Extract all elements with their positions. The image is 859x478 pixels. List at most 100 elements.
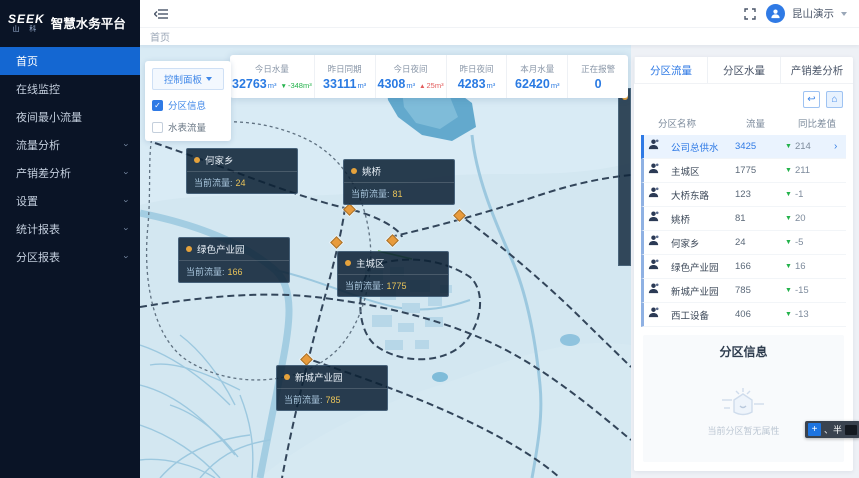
flow-label: 当前流量:	[351, 189, 390, 199]
ime-mode-label[interactable]: 、半	[824, 423, 842, 436]
panel-tab[interactable]: 分区水量	[707, 57, 780, 83]
stat-value: 62420	[515, 77, 550, 91]
layer-checkbox-row[interactable]: ✓ 分区信息	[152, 98, 224, 112]
panel-tab[interactable]: 分区流量	[634, 57, 707, 83]
user-group-icon	[647, 258, 671, 276]
caret-down-icon	[206, 77, 212, 81]
map-tooltip: 绿色产业园 当前流量:166	[178, 237, 290, 283]
partition-name: 公司总供水	[671, 140, 735, 154]
stat-item: 本月水量 62420 m³	[507, 55, 568, 98]
sidebar-item[interactable]: 统计报表 ›	[0, 215, 140, 243]
sidebar-item[interactable]: 分区报表 ›	[0, 243, 140, 271]
stat-label: 正在报警	[581, 63, 615, 75]
ime-move-icon[interactable]: +	[808, 423, 821, 436]
table-row[interactable]: 新城产业园 785 ▼ -15	[641, 279, 846, 303]
trend-arrow-icon: ▼	[785, 215, 792, 222]
partition-name: 大桥东路	[671, 188, 735, 202]
partition-flow: 24	[735, 237, 785, 248]
partition-diff: ▼ 211	[785, 165, 834, 176]
sidebar-item-label: 统计报表	[16, 221, 60, 237]
layer-checkbox-row[interactable]: 水表流量	[152, 120, 224, 134]
map-tooltip: 姚桥 当前流量:81	[343, 159, 455, 205]
stat-value: 0	[595, 77, 602, 91]
table-row[interactable]: 主城区 1775 ▼ 211	[641, 159, 846, 183]
chevron-down-icon: ›	[122, 172, 132, 175]
stat-unit: m³	[268, 81, 277, 90]
user-group-icon	[647, 186, 671, 204]
partition-flow: 1775	[735, 165, 785, 176]
stat-value: 33111	[323, 77, 356, 91]
partition-info-section: 分区信息 当前分区暂无属性	[643, 335, 844, 462]
stat-item: 今日水量 32763 m³ ▼-348m³	[230, 55, 315, 98]
sidebar-item-label: 设置	[16, 193, 38, 209]
home-icon[interactable]: ⌂	[826, 91, 843, 108]
sidebar-item[interactable]: 产销差分析 ›	[0, 159, 140, 187]
trend-arrow-icon: ▼	[785, 167, 792, 174]
panel-tab[interactable]: 产销差分析	[780, 57, 853, 83]
chevron-down-icon: ›	[122, 144, 132, 147]
back-icon[interactable]: ↩	[803, 91, 820, 108]
panel-tab-label: 分区流量	[650, 63, 692, 78]
checkbox-icon[interactable]: ✓	[152, 100, 163, 111]
sidebar-menu: 首页 在线监控 夜间最小流量 流量分析 ›	[0, 47, 140, 271]
partition-dot-icon	[194, 157, 200, 163]
ime-keyboard-icon[interactable]	[845, 425, 857, 435]
stat-item: 今日夜间 4308 m³ ▲25m³	[376, 55, 447, 98]
stat-unit: m³	[357, 81, 366, 90]
partition-name: 主城区	[356, 256, 385, 270]
stat-label: 今日水量	[255, 63, 289, 75]
brand-logo-icon: SEEK 山 科	[8, 13, 45, 33]
stat-label: 昨日夜间	[460, 63, 494, 75]
sidebar-item[interactable]: 设置 ›	[0, 187, 140, 215]
partition-flow: 81	[735, 213, 785, 224]
table-row[interactable]: 西工设备 406 ▼ -13	[641, 303, 846, 327]
breadcrumb[interactable]: 首页	[150, 29, 170, 44]
stat-label: 今日夜间	[394, 63, 428, 75]
empty-box-icon	[720, 386, 766, 420]
sidebar-item[interactable]: 在线监控	[0, 75, 140, 103]
col-name: 分区名称	[658, 116, 746, 130]
user-menu-caret-icon[interactable]	[841, 12, 847, 16]
sidebar-item[interactable]: 首页	[0, 47, 140, 75]
partition-info-title: 分区信息	[719, 343, 767, 360]
partition-dot-icon	[284, 374, 290, 380]
flow-value: 785	[326, 395, 341, 405]
user-group-icon	[647, 306, 671, 324]
table-row[interactable]: 绿色产业园 166 ▼ 16	[641, 255, 846, 279]
trend-arrow-icon: ▼	[785, 239, 792, 246]
col-flow: 流量	[746, 116, 798, 130]
partition-name: 姚桥	[362, 164, 381, 178]
sidebar-item[interactable]: 流量分析 ›	[0, 131, 140, 159]
stat-unit: m³	[551, 81, 560, 90]
trend-arrow-icon: ▼	[785, 263, 792, 270]
partition-table: 公司总供水 3425 ▼ 214 ›	[634, 135, 853, 327]
sidebar-item-label: 首页	[16, 53, 38, 69]
table-row[interactable]: 大桥东路 123 ▼ -1	[641, 183, 846, 207]
map-tooltip: 新城产业园 当前流量:785	[276, 365, 388, 411]
checkbox-icon[interactable]	[152, 122, 163, 133]
sidebar-item[interactable]: 夜间最小流量	[0, 103, 140, 131]
brand-logo-sub: 山 科	[12, 26, 40, 33]
fullscreen-icon[interactable]	[741, 5, 759, 23]
topbar: 昆山演示	[140, 0, 859, 27]
username[interactable]: 昆山演示	[792, 6, 834, 21]
flow-label: 当前流量:	[345, 281, 384, 291]
stat-value: 32763	[232, 77, 267, 91]
partition-flow: 166	[735, 261, 785, 272]
stat-item: 正在报警 0	[568, 55, 628, 98]
user-group-icon	[647, 210, 671, 228]
user-group-icon	[647, 282, 671, 300]
sidebar-collapse-icon[interactable]	[152, 5, 170, 23]
control-panel-button[interactable]: 控制面板	[152, 68, 224, 90]
trend-arrow-icon: ▲	[419, 83, 425, 90]
layer-list: ✓ 分区信息 水表流量	[152, 98, 224, 134]
chevron-down-icon: ›	[122, 228, 132, 231]
panel-tab-label: 分区水量	[723, 63, 765, 78]
user-avatar[interactable]	[766, 4, 785, 23]
partition-name: 何家乡	[205, 153, 234, 167]
table-row[interactable]: 公司总供水 3425 ▼ 214 ›	[641, 135, 846, 159]
table-row[interactable]: 姚桥 81 ▼ 20	[641, 207, 846, 231]
partition-diff: ▼ 16	[785, 261, 834, 272]
table-row[interactable]: 何家乡 24 ▼ -5	[641, 231, 846, 255]
sidebar: SEEK 山 科 智慧水务平台 首页 在线监控 夜间最小流量	[0, 0, 140, 478]
